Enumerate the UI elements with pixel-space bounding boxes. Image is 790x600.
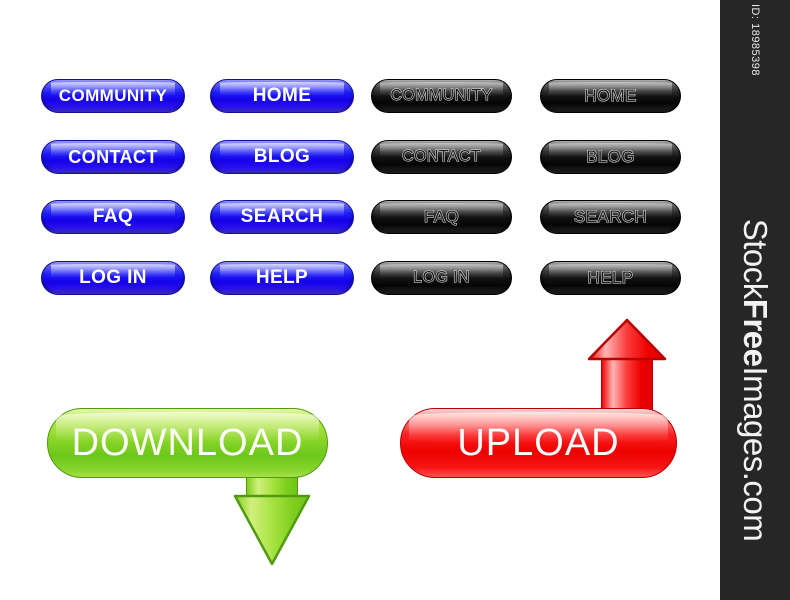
download-button[interactable]: DOWNLOAD [47,408,328,478]
nav-button-label: CONTACT [68,146,158,167]
nav-button-label: SEARCH [240,206,324,227]
upload-arrowhead-icon[interactable] [585,317,669,363]
nav-button-home-dark[interactable]: HOME [540,79,681,113]
nav-button-label: HELP [255,267,309,288]
nav-button-contact-blue[interactable]: CONTACT [41,140,185,174]
nav-button-label: COMMUNITY [58,86,168,105]
upload-button[interactable]: UPLOAD [400,408,677,478]
nav-button-search-dark[interactable]: SEARCH [540,200,681,234]
watermark-image-id: ID: 18985398 [749,3,761,77]
nav-button-help-dark[interactable]: HELP [540,261,681,295]
nav-button-home-blue[interactable]: HOME [210,79,354,113]
nav-button-label: FAQ [92,206,134,227]
upload-button-label: UPLOAD [457,421,620,464]
nav-button-faq-dark[interactable]: FAQ [371,200,512,234]
nav-button-label: LOG IN [79,267,147,288]
nav-button-login-blue[interactable]: LOG IN [41,261,185,295]
download-arrowhead-icon[interactable] [231,492,313,570]
nav-button-label: HOME [252,85,312,106]
nav-button-community-dark[interactable]: COMMUNITY [371,79,512,113]
watermark-brand-part2: Free [737,298,774,367]
watermark-bar: ID: 18985398 StockFreeImages.com [720,0,790,600]
canvas: COMMUNITY HOME COMMUNITY HOME CONTACT BL… [0,0,790,600]
nav-button-label: CONTACT [402,148,482,166]
nav-button-community-blue[interactable]: COMMUNITY [41,79,185,113]
nav-button-label: BLOG [253,146,311,167]
watermark-brand-part3: Images.com [737,366,774,542]
nav-button-label: BLOG [586,147,635,167]
nav-button-blog-blue[interactable]: BLOG [210,140,354,174]
nav-button-blog-dark[interactable]: BLOG [540,140,681,174]
nav-button-help-blue[interactable]: HELP [210,261,354,295]
watermark-brand: StockFreeImages.com [736,219,774,542]
nav-button-login-dark[interactable]: LOG IN [371,261,512,295]
nav-button-faq-blue[interactable]: FAQ [41,200,185,234]
watermark-brand-part1: Stock [737,218,774,299]
nav-button-label: FAQ [423,207,460,227]
nav-button-label: HELP [587,268,634,288]
nav-button-label: COMMUNITY [390,87,493,105]
nav-button-contact-dark[interactable]: CONTACT [371,140,512,174]
nav-button-label: HOME [584,86,637,106]
nav-button-search-blue[interactable]: SEARCH [210,200,354,234]
nav-button-label: LOG IN [413,269,470,287]
nav-button-label: SEARCH [573,207,648,227]
download-button-label: DOWNLOAD [71,421,304,464]
